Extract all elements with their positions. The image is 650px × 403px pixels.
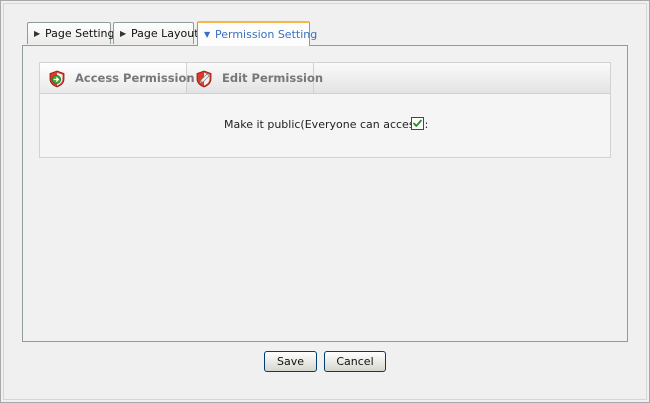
subtab-edit-permission[interactable]: Edit Permission [187, 63, 323, 93]
save-button[interactable]: Save [264, 351, 317, 372]
tab-label: Page Layout [131, 27, 199, 40]
subtab-label: Edit Permission [222, 71, 324, 85]
checkmark-icon [413, 119, 422, 127]
subtab-access-permission[interactable]: Access Permission [40, 63, 195, 93]
tab-label: Permission Setting [215, 28, 318, 41]
caret-down-icon: ▼ [204, 30, 211, 39]
caret-right-icon: ▶ [34, 29, 41, 38]
shield-arrow-icon [48, 69, 66, 88]
tab-page-setting[interactable]: ▶ Page Setting [27, 22, 115, 44]
shield-pencil-icon [195, 69, 213, 88]
cancel-button[interactable]: Cancel [324, 351, 386, 372]
subtab-label: Access Permission [75, 71, 195, 85]
permission-subtab-bar: Access Permission Edit Permission [40, 63, 610, 94]
tab-permission-setting[interactable]: ▼ Permission Setting [197, 21, 317, 46]
tab-page-layout[interactable]: ▶ Page Layout [113, 22, 199, 44]
caret-right-icon: ▶ [120, 29, 127, 38]
make-public-row: Make it public(Everyone can access): [40, 117, 610, 133]
make-public-label: Make it public(Everyone can access): [224, 118, 429, 131]
tab-label: Page Setting [45, 27, 115, 40]
tab-content-panel: Access Permission Edit Permission Make i… [22, 45, 628, 342]
permission-panel: Access Permission Edit Permission Make i… [39, 62, 611, 158]
make-public-checkbox[interactable] [411, 117, 424, 130]
